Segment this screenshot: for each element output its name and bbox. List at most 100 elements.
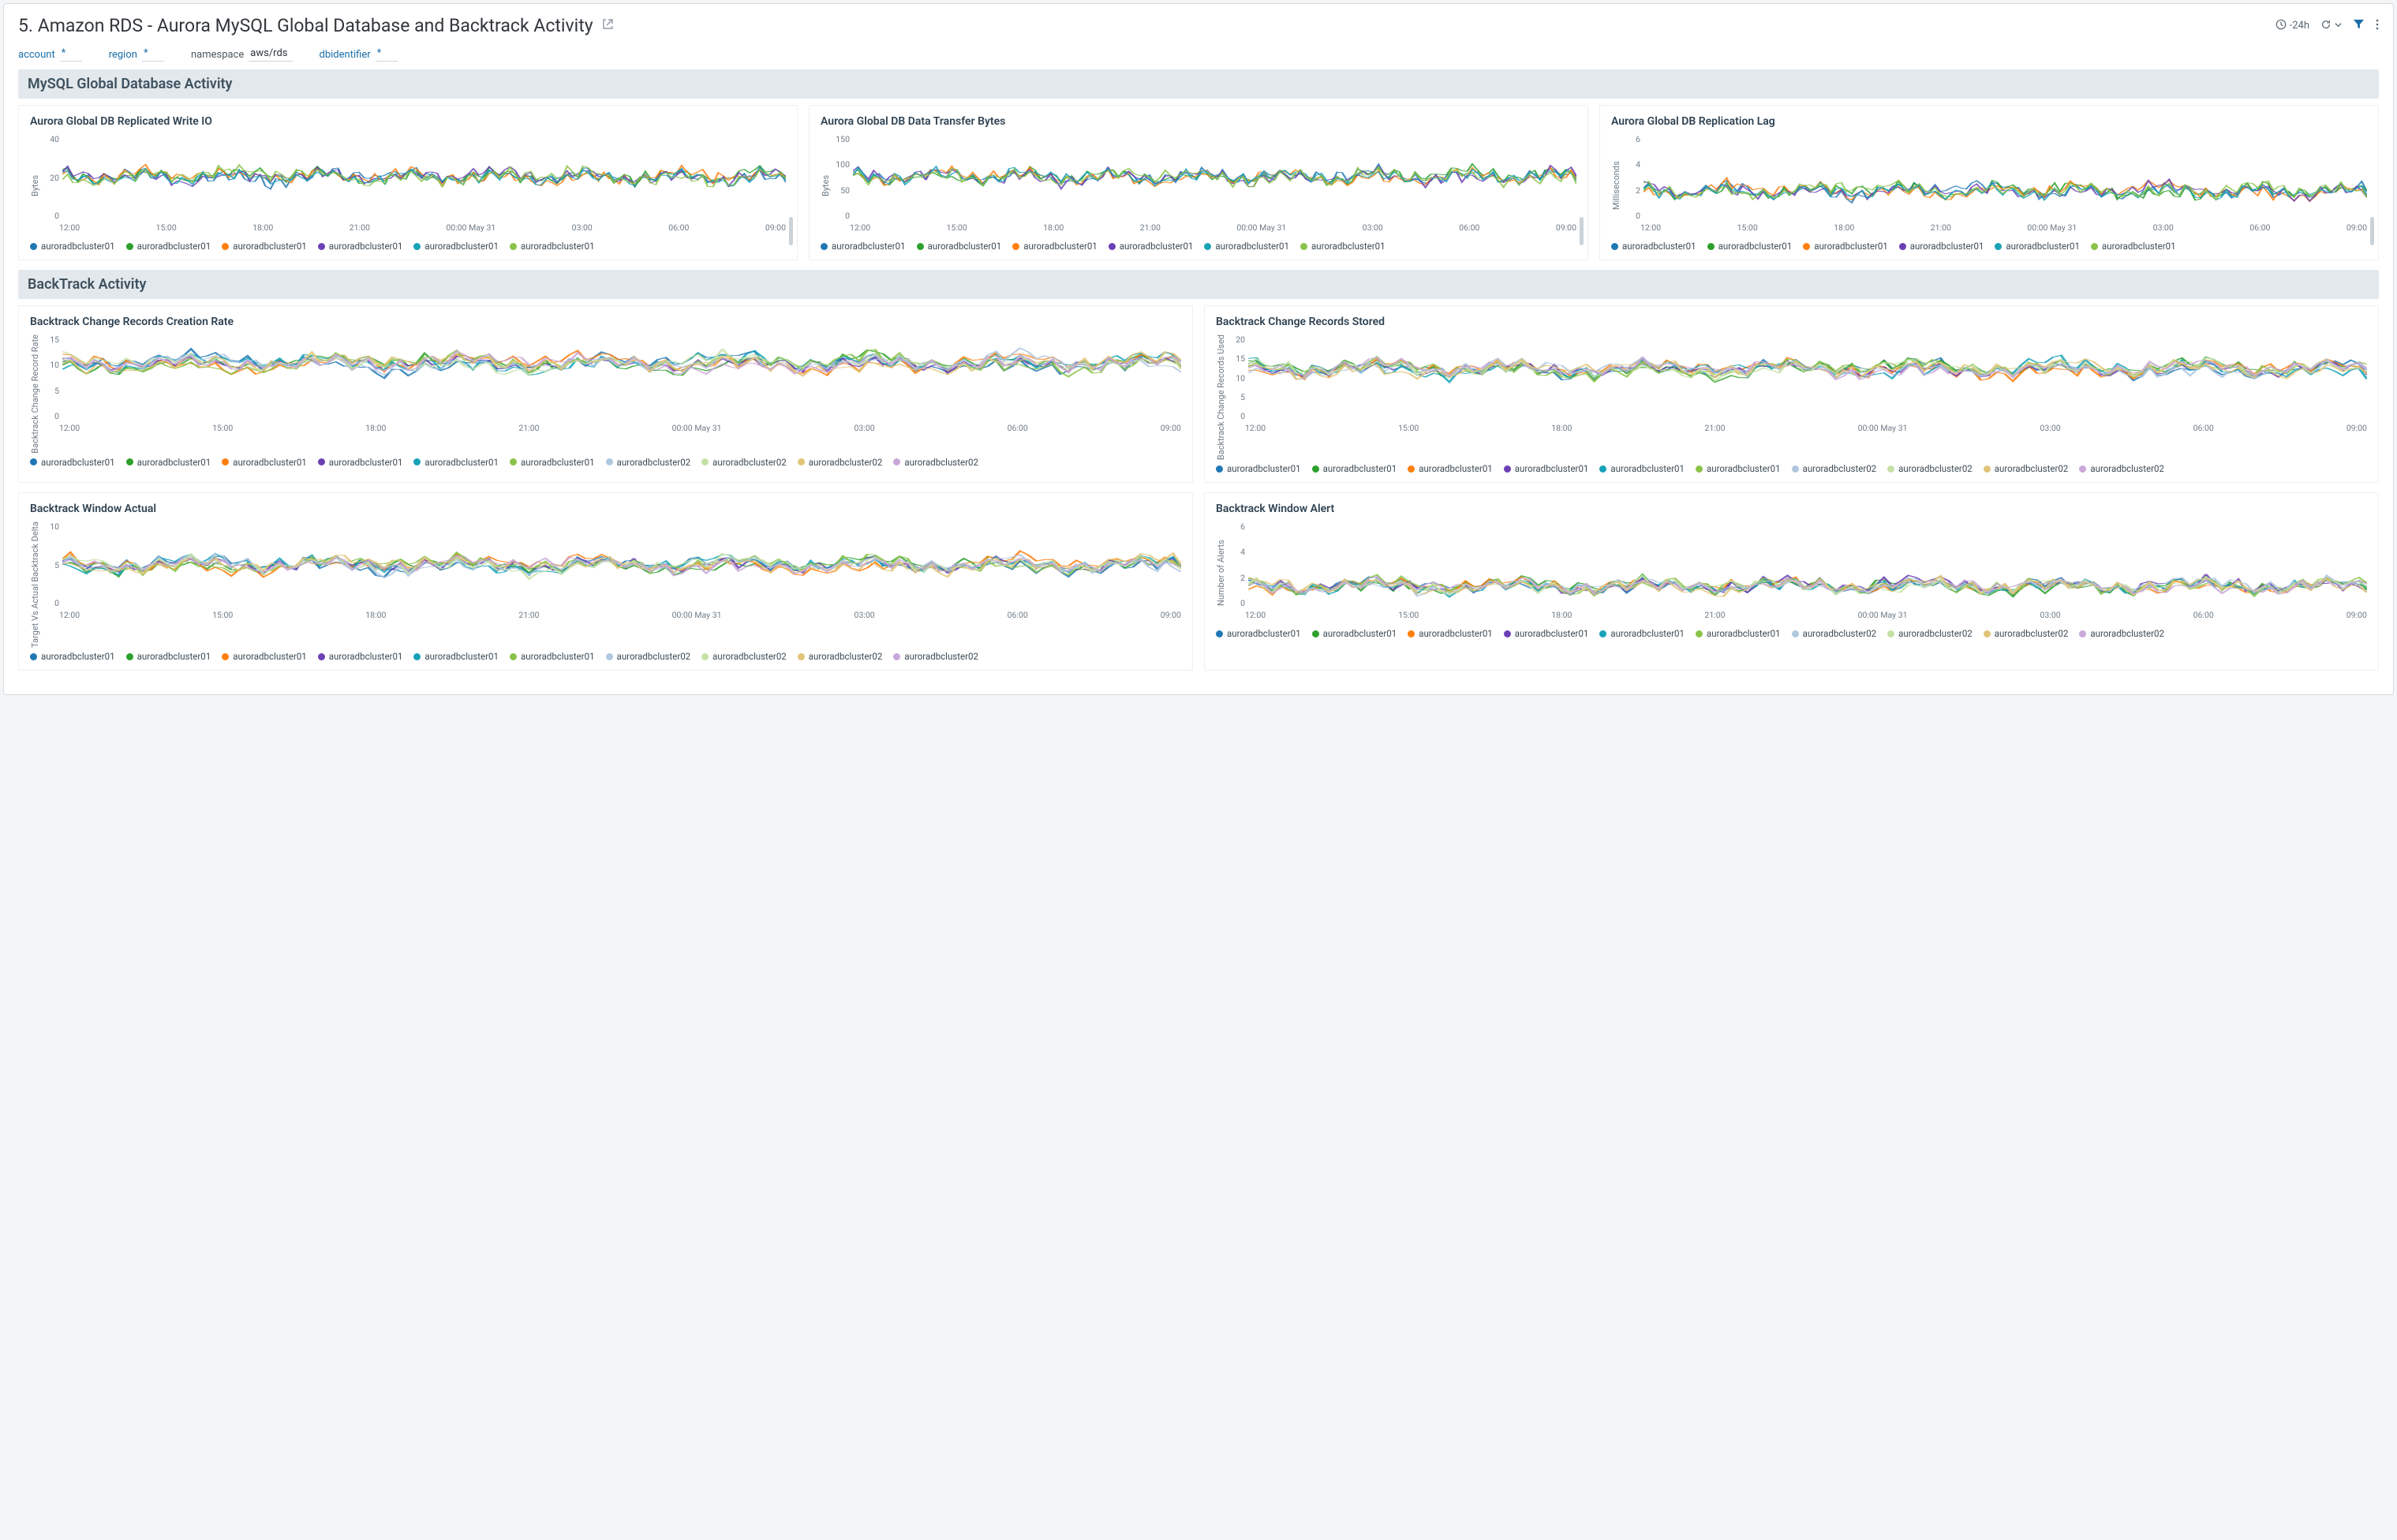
- legend-item[interactable]: auroradbcluster01: [917, 241, 1002, 252]
- legend-item[interactable]: auroradbcluster01: [126, 241, 211, 252]
- legend-label: auroradbcluster01: [1515, 628, 1589, 639]
- y-ticks: 1050: [45, 521, 62, 608]
- legend-label: auroradbcluster02: [1898, 628, 1973, 639]
- legend-item[interactable]: auroradbcluster01: [1899, 241, 1984, 252]
- legend-item[interactable]: auroradbcluster01: [222, 651, 307, 662]
- legend-label: auroradbcluster02: [1898, 463, 1973, 474]
- legend-item[interactable]: auroradbcluster02: [1984, 628, 2069, 639]
- legend-item[interactable]: auroradbcluster01: [413, 241, 499, 252]
- legend-item[interactable]: auroradbcluster02: [2079, 463, 2164, 474]
- chart-plot[interactable]: [1248, 521, 2367, 608]
- legend-swatch: [893, 653, 900, 660]
- legend-item[interactable]: auroradbcluster01: [30, 457, 115, 468]
- section-header-backtrack: BackTrack Activity: [18, 270, 2379, 299]
- legend-label: auroradbcluster01: [1610, 628, 1685, 639]
- legend-item[interactable]: auroradbcluster02: [1792, 628, 1877, 639]
- legend-swatch: [1984, 465, 1991, 473]
- legend-item[interactable]: auroradbcluster01: [1300, 241, 1385, 252]
- legend-item[interactable]: auroradbcluster01: [1109, 241, 1194, 252]
- legend-item[interactable]: auroradbcluster01: [1504, 463, 1589, 474]
- legend-item[interactable]: auroradbcluster01: [126, 651, 211, 662]
- legend-item[interactable]: auroradbcluster01: [1204, 241, 1289, 252]
- legend-item[interactable]: auroradbcluster02: [893, 457, 978, 468]
- legend-item[interactable]: auroradbcluster01: [1707, 241, 1793, 252]
- legend-item[interactable]: auroradbcluster02: [701, 457, 787, 468]
- legend-item[interactable]: auroradbcluster02: [1792, 463, 1877, 474]
- legend-item[interactable]: auroradbcluster01: [222, 457, 307, 468]
- legend-item[interactable]: auroradbcluster01: [510, 457, 595, 468]
- legend-item[interactable]: auroradbcluster01: [510, 241, 595, 252]
- legend-item[interactable]: auroradbcluster02: [606, 651, 691, 662]
- legend-item[interactable]: auroradbcluster01: [1504, 628, 1589, 639]
- legend-label: auroradbcluster02: [617, 651, 691, 662]
- legend-item[interactable]: auroradbcluster02: [2079, 628, 2164, 639]
- legend-item[interactable]: auroradbcluster02: [1887, 463, 1973, 474]
- legend-item[interactable]: auroradbcluster01: [1216, 463, 1301, 474]
- legend-label: auroradbcluster01: [1610, 463, 1685, 474]
- legend-item[interactable]: auroradbcluster01: [1599, 463, 1685, 474]
- legend-item[interactable]: auroradbcluster02: [1887, 628, 1973, 639]
- legend-item[interactable]: auroradbcluster01: [1995, 241, 2080, 252]
- more-menu[interactable]: [2376, 19, 2379, 33]
- legend-item[interactable]: auroradbcluster01: [510, 651, 595, 662]
- legend-item[interactable]: auroradbcluster01: [222, 241, 307, 252]
- time-range-selector[interactable]: -24h: [2275, 19, 2309, 33]
- legend-item[interactable]: auroradbcluster01: [1216, 628, 1301, 639]
- legend-item[interactable]: auroradbcluster01: [318, 241, 403, 252]
- chart-plot[interactable]: [62, 521, 1181, 608]
- legend-item[interactable]: auroradbcluster01: [318, 457, 403, 468]
- refresh-button[interactable]: [2320, 19, 2342, 33]
- chart-legend: auroradbcluster01 auroradbcluster01 aurora…: [1611, 237, 2367, 252]
- legend-item[interactable]: auroradbcluster01: [1408, 463, 1493, 474]
- legend-item[interactable]: auroradbcluster01: [126, 457, 211, 468]
- legend-swatch: [798, 458, 805, 465]
- filter-account[interactable]: account *: [18, 47, 82, 62]
- filter-label: region: [109, 49, 137, 61]
- legend-label: auroradbcluster02: [1803, 463, 1877, 474]
- legend-label: auroradbcluster01: [521, 651, 595, 662]
- legend-item[interactable]: auroradbcluster01: [30, 651, 115, 662]
- legend-swatch: [318, 243, 325, 250]
- x-ticks: 12:0015:0018:0021:0000:00 May 3103:0006:…: [836, 221, 1576, 237]
- legend-item[interactable]: auroradbcluster01: [30, 241, 115, 252]
- legend-swatch: [413, 458, 421, 465]
- legend-item[interactable]: auroradbcluster01: [1408, 628, 1493, 639]
- legend-item[interactable]: auroradbcluster01: [413, 457, 499, 468]
- legend-item[interactable]: auroradbcluster02: [1984, 463, 2069, 474]
- legend-item[interactable]: auroradbcluster01: [1696, 628, 1781, 639]
- legend-item[interactable]: auroradbcluster01: [2091, 241, 2176, 252]
- legend-item[interactable]: auroradbcluster02: [893, 651, 978, 662]
- scrollbar-thumb[interactable]: [789, 217, 793, 245]
- legend-item[interactable]: auroradbcluster01: [1312, 463, 1397, 474]
- legend-item[interactable]: auroradbcluster02: [798, 457, 883, 468]
- filter-toggle[interactable]: [2353, 18, 2365, 33]
- legend-item[interactable]: auroradbcluster02: [606, 457, 691, 468]
- legend-item[interactable]: auroradbcluster01: [318, 651, 403, 662]
- legend-item[interactable]: auroradbcluster01: [1803, 241, 1888, 252]
- legend-swatch: [1599, 630, 1606, 637]
- legend-item[interactable]: auroradbcluster02: [701, 651, 787, 662]
- filter-label: account: [18, 49, 55, 61]
- chart-plot[interactable]: [1643, 134, 2367, 221]
- legend-swatch: [1109, 243, 1116, 250]
- share-icon[interactable]: [601, 18, 614, 34]
- scrollbar-thumb[interactable]: [2370, 217, 2374, 245]
- legend-item[interactable]: auroradbcluster01: [413, 651, 499, 662]
- filter-namespace[interactable]: namespace aws/rds: [191, 47, 293, 62]
- panel-bt-alert: Backtrack Window AlertNumber of Alerts64…: [1204, 492, 2379, 671]
- filter-region[interactable]: region *: [109, 47, 164, 62]
- legend-item[interactable]: auroradbcluster01: [1012, 241, 1098, 252]
- legend-item[interactable]: auroradbcluster01: [1611, 241, 1696, 252]
- legend-item[interactable]: auroradbcluster01: [1312, 628, 1397, 639]
- legend-item[interactable]: auroradbcluster01: [821, 241, 906, 252]
- chart-plot[interactable]: [1248, 335, 2367, 421]
- filter-dbidentifier[interactable]: dbidentifier *: [320, 47, 398, 62]
- legend-item[interactable]: auroradbcluster01: [1599, 628, 1685, 639]
- legend-item[interactable]: auroradbcluster02: [798, 651, 883, 662]
- legend-swatch: [318, 653, 325, 660]
- chart-plot[interactable]: [62, 335, 1181, 421]
- legend-item[interactable]: auroradbcluster01: [1696, 463, 1781, 474]
- chart-plot[interactable]: [853, 134, 1576, 221]
- scrollbar-thumb[interactable]: [1580, 217, 1584, 245]
- chart-plot[interactable]: [62, 134, 786, 221]
